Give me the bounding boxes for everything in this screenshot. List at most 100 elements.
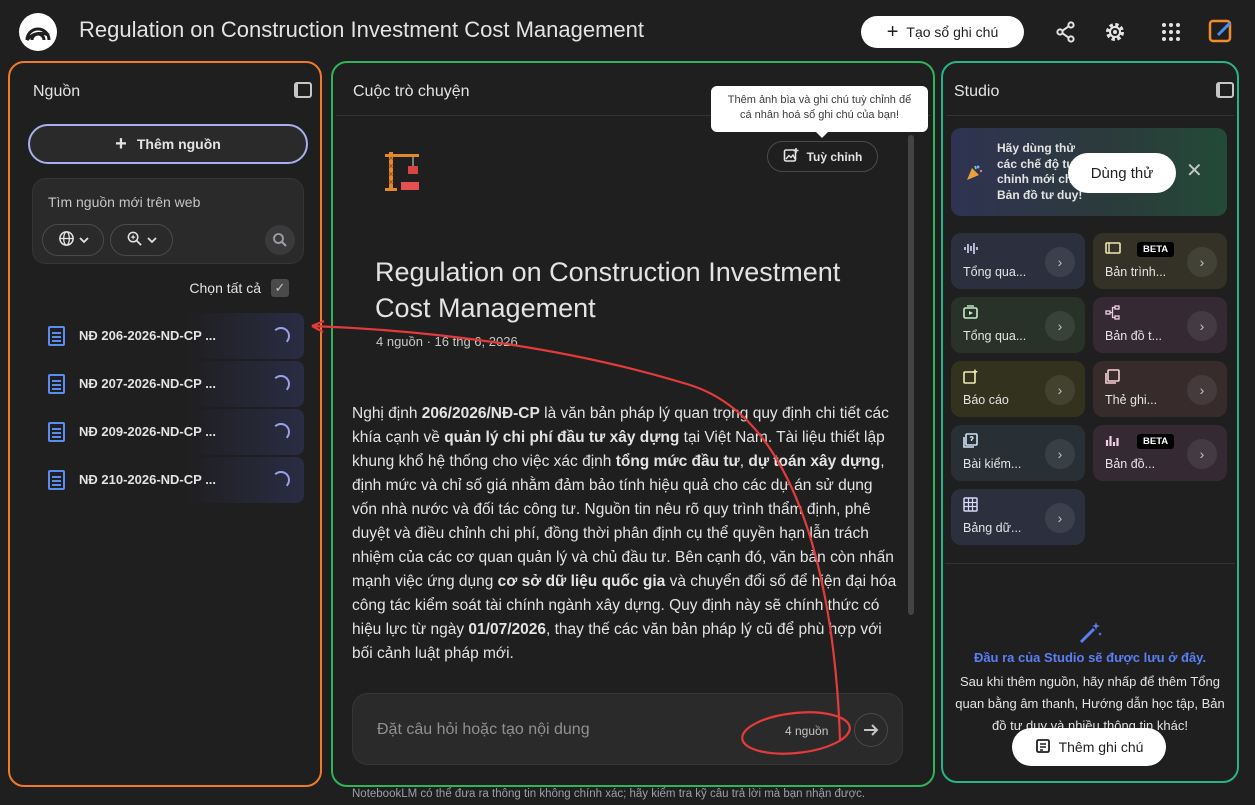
- source-item[interactable]: NĐ 206-2026-ND-CP ...: [38, 313, 304, 359]
- share-icon[interactable]: [1054, 20, 1078, 44]
- plus-icon: +: [115, 133, 127, 155]
- select-all-row[interactable]: Chọn tất cả ✓: [189, 279, 289, 297]
- chevron-right-icon[interactable]: ›: [1045, 439, 1075, 469]
- chevron-right-icon[interactable]: ›: [1187, 375, 1217, 405]
- loading-spinner-icon: [272, 423, 290, 441]
- beta-badge: BETA: [1137, 434, 1175, 449]
- chevron-right-icon[interactable]: ›: [1187, 311, 1217, 341]
- add-note-label: Thêm ghi chú: [1058, 739, 1144, 755]
- studio-tile[interactable]: Bản đồ t... ›: [1093, 297, 1227, 353]
- research-mode-dropdown[interactable]: [110, 224, 173, 256]
- studio-tile-label: Bản trình...: [1105, 265, 1167, 279]
- loading-spinner-icon: [272, 471, 290, 489]
- source-item-label: NĐ 206-2026-ND-CP ...: [79, 328, 217, 343]
- source-count-badge: 4 nguồn: [785, 724, 829, 738]
- magic-wand-icon: [1077, 620, 1103, 646]
- document-icon: [48, 422, 65, 442]
- collapse-panel-icon[interactable]: [294, 82, 312, 98]
- web-source-type-dropdown[interactable]: [42, 224, 104, 256]
- report-icon: [963, 369, 978, 384]
- beta-badge: BETA: [1137, 242, 1175, 257]
- studio-tile[interactable]: Tổng qua... ›: [951, 233, 1085, 289]
- chevron-right-icon[interactable]: ›: [1045, 247, 1075, 277]
- chat-scrollbar[interactable]: [908, 135, 914, 615]
- collapse-panel-icon[interactable]: [1216, 82, 1234, 98]
- note-icon: [1035, 738, 1051, 757]
- select-all-checkbox[interactable]: ✓: [271, 279, 289, 297]
- chevron-right-icon[interactable]: ›: [1045, 375, 1075, 405]
- gear-icon[interactable]: [1103, 20, 1127, 44]
- document-icon: [48, 326, 65, 346]
- source-item[interactable]: NĐ 209-2026-ND-CP ...: [38, 409, 304, 455]
- notebook-meta: 4 nguồn · 16 thg 6, 2026: [376, 334, 518, 349]
- studio-tile[interactable]: BETA Bản đồ... ›: [1093, 425, 1227, 481]
- chevron-right-icon[interactable]: ›: [1045, 311, 1075, 341]
- send-arrow-icon[interactable]: [854, 713, 888, 747]
- studio-tile-label: Thẻ ghi...: [1105, 393, 1158, 407]
- flashcards-icon: [1105, 369, 1120, 384]
- video-overview-icon: [963, 305, 978, 320]
- studio-tile[interactable]: Bảng dữ... ›: [951, 489, 1085, 545]
- studio-tile-label: Bài kiểm...: [963, 457, 1022, 471]
- globe-icon: [58, 230, 75, 250]
- search-icon[interactable]: [265, 225, 295, 255]
- try-button[interactable]: Dùng thử: [1068, 153, 1176, 193]
- source-item-label: NĐ 209-2026-ND-CP ...: [79, 424, 217, 439]
- apps-grid-icon[interactable]: [1159, 20, 1183, 44]
- party-popper-icon: [965, 164, 983, 187]
- sources-panel-header: Nguồn: [13, 66, 317, 116]
- mind-map-icon: [1105, 305, 1120, 320]
- close-icon[interactable]: ✕: [1186, 161, 1203, 181]
- studio-tile-label: Bảng dữ...: [963, 521, 1022, 535]
- studio-tile[interactable]: Báo cáo ›: [951, 361, 1085, 417]
- web-source-search[interactable]: Tìm nguồn mới trên web: [32, 178, 304, 264]
- studio-tile-label: Tổng qua...: [963, 329, 1027, 343]
- studio-tile-label: Bản đồ t...: [1105, 329, 1162, 343]
- loading-spinner-icon: [272, 327, 290, 345]
- document-icon: [48, 470, 65, 490]
- add-note-button[interactable]: Thêm ghi chú: [1012, 728, 1166, 766]
- quiz-icon: [963, 433, 978, 448]
- studio-tile[interactable]: BETA Bản trình... ›: [1093, 233, 1227, 289]
- account-avatar-icon[interactable]: [1208, 18, 1234, 44]
- studio-tile[interactable]: Bài kiểm... ›: [951, 425, 1085, 481]
- add-source-button[interactable]: + Thêm nguồn: [28, 124, 308, 164]
- studio-tile-label: Báo cáo: [963, 393, 1009, 407]
- source-item[interactable]: NĐ 207-2026-ND-CP ...: [38, 361, 304, 407]
- add-source-label: Thêm nguồn: [136, 136, 221, 152]
- studio-panel-title: Studio: [954, 83, 1000, 100]
- source-item[interactable]: NĐ 210-2026-ND-CP ...: [38, 457, 304, 503]
- studio-empty-state: Đầu ra của Studio sẽ được lưu ở đây. Sau…: [951, 620, 1229, 737]
- studio-tile[interactable]: Tổng qua... ›: [951, 297, 1085, 353]
- notebook-title[interactable]: Regulation on Construction Investment Co…: [79, 17, 644, 43]
- create-notebook-label: Tạo sổ ghi chú: [906, 24, 999, 40]
- document-icon: [48, 374, 65, 394]
- notebook-summary: Nghị định 206/2026/NĐ-CP là văn bản pháp…: [352, 405, 897, 662]
- studio-empty-title: Đầu ra của Studio sẽ được lưu ở đây.: [973, 650, 1207, 665]
- chevron-down-icon: [78, 233, 89, 247]
- audio-overview-icon: [963, 241, 978, 256]
- mind-map-promo-banner: Hãy dùng thử các chế độ tuỳ chỉnh mới ch…: [951, 128, 1227, 216]
- source-item-label: NĐ 207-2026-ND-CP ...: [79, 376, 217, 391]
- sources-panel-title: Nguồn: [33, 83, 81, 100]
- slides-icon: [1105, 241, 1121, 256]
- source-item-label: NĐ 210-2026-ND-CP ...: [79, 472, 217, 487]
- plus-icon: +: [886, 21, 899, 43]
- customize-tooltip: Thêm ảnh bìa và ghi chú tuỳ chỉnh để cá …: [711, 86, 928, 138]
- studio-tile[interactable]: Thẻ ghi... ›: [1093, 361, 1227, 417]
- studio-tile-label: Tổng qua...: [963, 265, 1027, 279]
- add-image-icon: [783, 147, 799, 166]
- chevron-right-icon[interactable]: ›: [1187, 439, 1217, 469]
- studio-panel-header: Studio: [946, 66, 1234, 116]
- customize-label: Tuỳ chỉnh: [806, 149, 863, 164]
- infographic-icon: [1105, 433, 1120, 448]
- notebooklm-logo-icon[interactable]: [19, 13, 57, 51]
- chat-panel-title: Cuộc trò chuyện: [353, 83, 470, 100]
- chat-input[interactable]: Đặt câu hỏi hoặc tạo nội dung 4 nguồn: [352, 693, 903, 765]
- studio-divider: [945, 563, 1235, 564]
- customize-button[interactable]: Tuỳ chỉnh: [767, 141, 878, 172]
- chevron-right-icon[interactable]: ›: [1045, 503, 1075, 533]
- chevron-right-icon[interactable]: ›: [1187, 247, 1217, 277]
- create-notebook-button[interactable]: + Tạo sổ ghi chú: [861, 16, 1024, 48]
- crane-emoji-icon: [383, 150, 423, 192]
